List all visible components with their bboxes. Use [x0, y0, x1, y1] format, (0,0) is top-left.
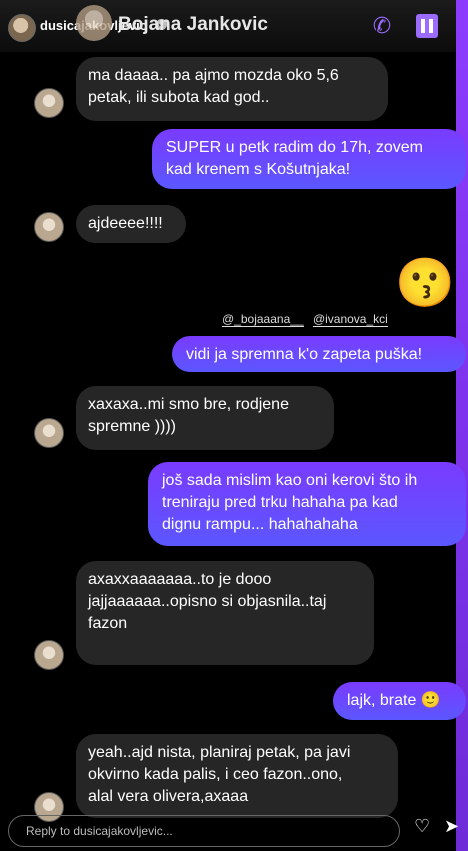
message-received: axaxxaaaaaaa..to je dooo jajjaaaaaa..opi…: [76, 561, 374, 665]
right-accent-edge: [456, 0, 468, 851]
mention-2[interactable]: @ivanova_kci: [312, 312, 388, 327]
message-sent: još sada mislim kao oni kerovi što ih tr…: [148, 462, 466, 546]
contact-avatar-small: [34, 418, 64, 448]
contact-avatar-small: [34, 640, 64, 670]
message-text: ma daaaa.. pa ajmo mozda oko 5,6 petak, …: [88, 67, 339, 106]
reply-placeholder: Reply to dusicajakovljevic...: [26, 824, 173, 838]
message-sent: vidi ja spremna k'o zapeta puška!: [172, 336, 466, 372]
message-text: ajdeeee!!!!: [88, 215, 163, 232]
send-icon[interactable]: ➤: [444, 816, 459, 837]
message-received: xaxaxa..mi smo bre, rodjene spremne )))): [76, 386, 334, 450]
heart-icon[interactable]: ♡: [414, 816, 430, 837]
message-received: yeah..ajd nista, planiraj petak, pa javi…: [76, 734, 398, 818]
message-sent: SUPER u petk radim do 17h, zovem kad kre…: [152, 129, 466, 189]
chat-contact-avatar[interactable]: [76, 5, 112, 41]
contact-avatar-small: [34, 212, 64, 242]
mention-1[interactable]: @_bojaaana__: [222, 312, 304, 327]
chat-contact-name[interactable]: Bojana Jankovic: [118, 14, 268, 36]
phone-icon[interactable]: ✆: [366, 10, 398, 42]
story-avatar[interactable]: [8, 14, 36, 42]
message-received: ajdeeee!!!!: [76, 205, 186, 243]
video-icon[interactable]: [416, 14, 438, 38]
message-text: yeah..ajd nista, planiraj petak, pa javi…: [88, 744, 351, 805]
mention-line: @_bojaaana__ @ivanova_kci: [222, 312, 394, 327]
message-text: lajk, brate 🙂: [347, 692, 441, 709]
contact-avatar-small: [34, 88, 64, 118]
message-text: još sada mislim kao oni kerovi što ih tr…: [162, 472, 418, 533]
message-text: xaxaxa..mi smo bre, rodjene spremne )))): [88, 396, 289, 435]
message-received: ma daaaa.. pa ajmo mozda oko 5,6 petak, …: [76, 57, 388, 121]
message-text: vidi ja spremna k'o zapeta puška!: [186, 346, 423, 363]
message-sent: lajk, brate 🙂: [333, 682, 466, 720]
message-text: axaxxaaaaaaa..to je dooo jajjaaaaaa..opi…: [88, 571, 327, 632]
kiss-emoji: 😗: [395, 257, 455, 310]
message-text: SUPER u petk radim do 17h, zovem kad kre…: [166, 139, 424, 178]
